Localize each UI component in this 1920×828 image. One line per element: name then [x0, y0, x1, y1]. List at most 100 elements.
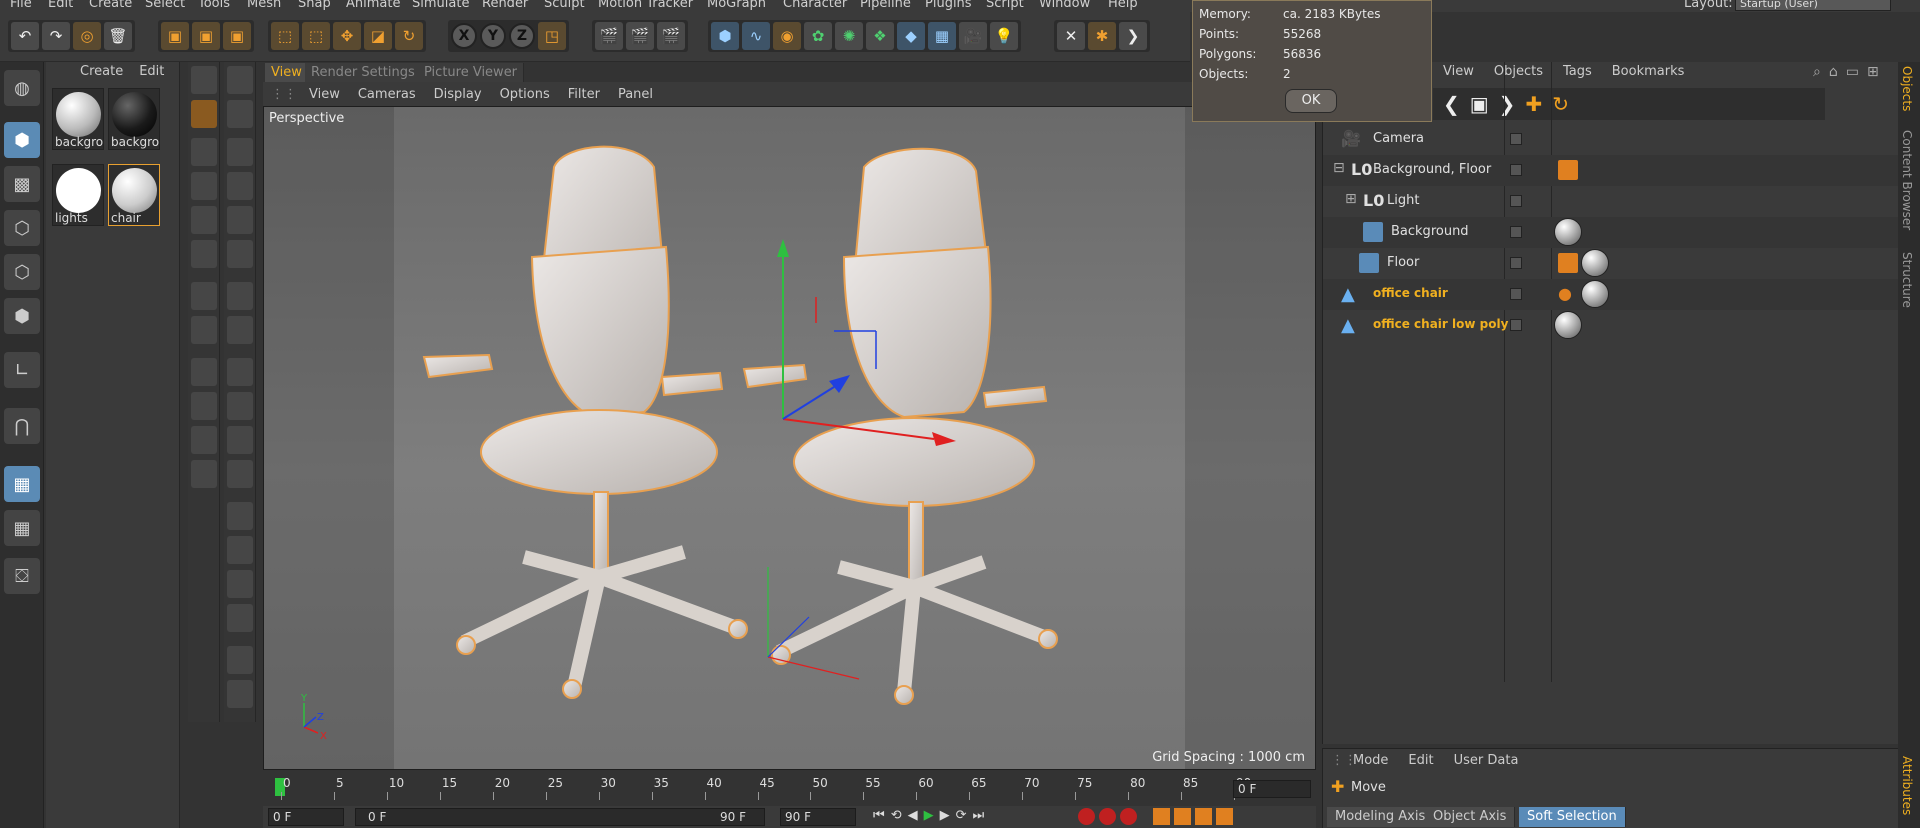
polygons-mode-icon[interactable]: ⬢	[4, 298, 40, 334]
parameter-key-icon[interactable]	[1216, 808, 1233, 825]
menu-mograph[interactable]: MoGraph	[707, 0, 766, 11]
redo-icon[interactable]: ↷	[42, 22, 70, 50]
material-tag[interactable]	[1554, 311, 1582, 339]
tab-render-settings[interactable]: Render Settings	[305, 63, 422, 82]
viewport-menu-cameras[interactable]: Cameras	[358, 87, 416, 102]
environment-icon[interactable]: ◆	[897, 22, 925, 50]
light-icon[interactable]: 💡	[990, 22, 1018, 50]
material-tag[interactable]	[1581, 280, 1609, 308]
z-axis-lock-icon[interactable]: Z	[509, 23, 535, 49]
search-icon[interactable]: ⌕	[1813, 64, 1821, 80]
go-to-start-icon[interactable]: ⏮	[873, 808, 885, 823]
office-chair-low-poly[interactable]	[742, 147, 1058, 705]
rect-selection-icon[interactable]: ⬚	[302, 22, 330, 50]
menu-create[interactable]: Create	[89, 0, 132, 11]
play-icon[interactable]: ▶	[924, 808, 934, 823]
render-view-icon[interactable]: 🎬	[595, 22, 623, 50]
normals-icon[interactable]	[227, 646, 253, 674]
material-tag[interactable]	[1581, 249, 1609, 277]
folder-icon[interactable]: ▣	[1470, 92, 1489, 116]
subdivide-icon[interactable]	[227, 282, 253, 310]
next-key-icon[interactable]: ⟳	[956, 808, 967, 823]
save-incremental-icon[interactable]: ▣	[223, 22, 251, 50]
object-row-office-chair[interactable]: ▲ office chair ●	[1323, 279, 1899, 310]
bevel-icon[interactable]	[227, 240, 253, 268]
invert-selection-icon[interactable]	[227, 570, 253, 598]
menu-select[interactable]: Select	[145, 0, 185, 11]
move-tool-icon[interactable]: ✥	[333, 22, 361, 50]
line-cut-icon[interactable]	[191, 172, 217, 200]
axis-mode-icon[interactable]: ∟	[4, 352, 40, 388]
phong-tag-icon[interactable]: ●	[1558, 284, 1578, 304]
material-menu-create[interactable]: Create	[80, 64, 123, 82]
spline-icon[interactable]: ∿	[742, 22, 770, 50]
obj-menu-view[interactable]: View	[1443, 64, 1474, 79]
menu-help[interactable]: Help	[1108, 0, 1138, 11]
attr-menu-user-data[interactable]: User Data	[1454, 753, 1519, 768]
menu-motion-tracker[interactable]: Motion Tracker	[598, 0, 693, 11]
object-row-office-chair-low-poly[interactable]: ▲ office chair low poly	[1323, 310, 1899, 341]
delete-icon[interactable]: 🗑	[104, 22, 132, 50]
menu-pipeline[interactable]: Pipeline	[860, 0, 911, 11]
loop-icon[interactable]	[191, 316, 217, 344]
nurbs-icon[interactable]: ◉	[773, 22, 801, 50]
visibility-toggle[interactable]	[1510, 133, 1522, 145]
object-row-background[interactable]: Background	[1323, 217, 1899, 248]
object-row-camera[interactable]: 🎥 Camera	[1323, 124, 1899, 155]
menu-simulate[interactable]: Simulate	[412, 0, 469, 11]
start-frame-field[interactable]: 0 F	[268, 808, 344, 826]
snap-magnet-icon[interactable]: ⋂	[4, 408, 40, 444]
coordinate-system-icon[interactable]: ◳	[538, 22, 566, 50]
knife-icon[interactable]	[191, 138, 217, 166]
material-swatch[interactable]: backgro	[108, 88, 160, 150]
workplane-icon[interactable]: ▦	[4, 510, 40, 546]
scale-tool-icon[interactable]: ◪	[364, 22, 392, 50]
dots-icon[interactable]	[227, 460, 253, 488]
menu-plugins[interactable]: Plugins	[925, 0, 972, 11]
menu-file[interactable]: File	[10, 0, 32, 11]
grid-tool-icon[interactable]	[227, 66, 253, 94]
spline-pen-icon[interactable]	[191, 66, 217, 94]
side-tab-attributes[interactable]: Attributes	[1900, 756, 1914, 815]
object-row-light[interactable]: ⊞ L0 Light	[1323, 186, 1899, 217]
timeline-ruler[interactable]: 051015202530354045505560657075808590 0 F	[263, 772, 1316, 802]
cube-icon[interactable]: ⬢	[711, 22, 739, 50]
render-picture-viewer-icon[interactable]: 🎬	[626, 22, 654, 50]
model-mode-icon[interactable]: ⬢	[4, 122, 40, 158]
extrude-icon[interactable]	[191, 240, 217, 268]
align-icon[interactable]	[227, 680, 253, 708]
prev-frame-icon[interactable]: ◀	[908, 808, 918, 823]
cylinder-tool-icon[interactable]	[191, 460, 217, 488]
tab-view[interactable]: View	[265, 63, 309, 82]
undo-icon[interactable]: ↶	[11, 22, 39, 50]
tab-modeling-axis[interactable]: Modeling Axis	[1327, 807, 1435, 827]
material-swatch[interactable]: lights	[52, 164, 104, 226]
rotation-key-icon[interactable]	[1195, 808, 1212, 825]
visibility-toggle[interactable]	[1510, 319, 1522, 331]
autokey-icon[interactable]	[1099, 808, 1116, 825]
visibility-toggle[interactable]	[1510, 257, 1522, 269]
menu-tools[interactable]: Tools	[198, 0, 230, 11]
effector-icon[interactable]: ✱	[1088, 22, 1116, 50]
x-axis-lock-icon[interactable]: X	[451, 23, 477, 49]
forward-icon[interactable]: ❯	[1499, 92, 1516, 116]
brush-icon[interactable]	[191, 100, 217, 128]
texture-mode-icon[interactable]: ▩	[4, 166, 40, 202]
side-tab-content-browser[interactable]: Content Browser	[1900, 130, 1914, 230]
live-selection-icon[interactable]: ⬚	[271, 22, 299, 50]
menu-window[interactable]: Window	[1039, 0, 1090, 11]
scale-key-icon[interactable]	[1174, 808, 1191, 825]
home-icon[interactable]: ⌂	[1829, 64, 1838, 80]
chevron-right-icon[interactable]: ❯	[1119, 22, 1147, 50]
new-panel-icon[interactable]: ⊞	[1867, 64, 1879, 80]
points-mode-icon[interactable]: ⬡	[4, 210, 40, 246]
save-icon[interactable]: ▣	[161, 22, 189, 50]
side-tab-objects[interactable]: Objects	[1900, 66, 1914, 111]
tab-soft-selection[interactable]: Soft Selection	[1519, 807, 1626, 827]
smooth-icon[interactable]	[227, 316, 253, 344]
add-icon[interactable]: ✚	[1525, 92, 1542, 116]
position-key-icon[interactable]	[1153, 808, 1170, 825]
deformer-icon[interactable]: ✺	[835, 22, 863, 50]
expand-icon[interactable]: ⊞	[1345, 191, 1365, 211]
refresh-icon[interactable]: ↻	[1552, 92, 1569, 116]
